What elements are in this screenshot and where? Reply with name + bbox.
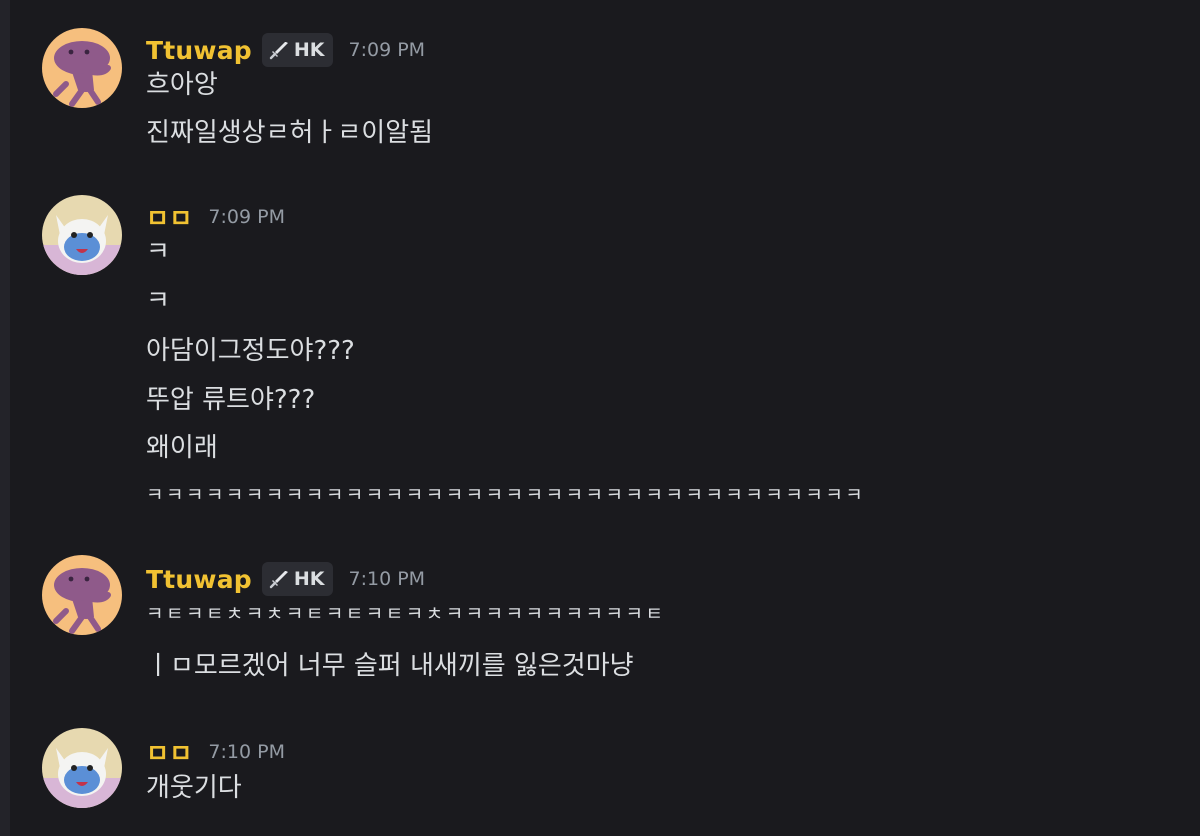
message-text: ㅋㅋㅋㅋㅋㅋㅋㅋㅋㅋㅋㅋㅋㅋㅋㅋㅋㅋㅋㅋㅋㅋㅋㅋㅋㅋㅋㅋㅋㅋㅋㅋㅋㅋㅋㅋ	[146, 484, 866, 506]
message-text: ㅋ	[146, 237, 170, 267]
sword-icon	[269, 42, 288, 60]
sword-icon	[269, 571, 288, 589]
avatar[interactable]	[42, 555, 122, 635]
message-text: 개웃기다	[146, 773, 242, 803]
server-tag[interactable]: HK	[261, 562, 333, 596]
avatar[interactable]	[42, 728, 122, 808]
server-tag-label: HK	[293, 39, 325, 61]
message-text: ㅋ	[146, 286, 170, 316]
message-text: ㅋㅌㅋㅌㅊㅋㅊㅋㅌㅋㅌㅋㅌㅋㅊㅋㅋㅋㅋㅋㅋㅋㅋㅋㅋㅌ	[146, 603, 666, 625]
username[interactable]: Ttuwap	[146, 36, 252, 65]
message-text: 왜이래	[146, 433, 218, 463]
message-header: ㅁㅁ 7:09 PM	[146, 197, 285, 237]
message-header: Ttuwap HK 7:10 PM	[146, 559, 425, 599]
timestamp[interactable]: 7:09 PM	[208, 206, 285, 228]
avatar[interactable]	[42, 195, 122, 275]
message-text: 진짜일생상ㄹ허ㅏㄹ이알됨	[146, 118, 434, 148]
username[interactable]: Ttuwap	[146, 565, 252, 594]
message-text: 뚜압 류트야???	[146, 385, 316, 415]
chat-message-list: Ttuwap HK 7:09 PM 흐아앙 진짜일생상ㄹ허ㅏㄹ이알됨 ㅁㅁ 7:…	[0, 0, 1200, 836]
timestamp[interactable]: 7:09 PM	[349, 39, 426, 61]
server-tag-label: HK	[293, 568, 325, 590]
username[interactable]: ㅁㅁ	[146, 734, 192, 770]
message-header: ㅁㅁ 7:10 PM	[146, 732, 285, 772]
timestamp[interactable]: 7:10 PM	[208, 741, 285, 763]
avatar[interactable]	[42, 28, 122, 108]
timestamp[interactable]: 7:10 PM	[349, 568, 426, 590]
username[interactable]: ㅁㅁ	[146, 199, 192, 235]
channel-edge	[0, 0, 10, 836]
message-header: Ttuwap HK 7:09 PM	[146, 30, 425, 70]
message-text: 흐아앙	[146, 70, 218, 100]
message-text: ㅣㅁ모르겠어 너무 슬퍼 내새끼를 잃은것마냥	[146, 651, 634, 681]
message-text: 아담이그정도야???	[146, 336, 355, 366]
server-tag[interactable]: HK	[261, 33, 333, 67]
